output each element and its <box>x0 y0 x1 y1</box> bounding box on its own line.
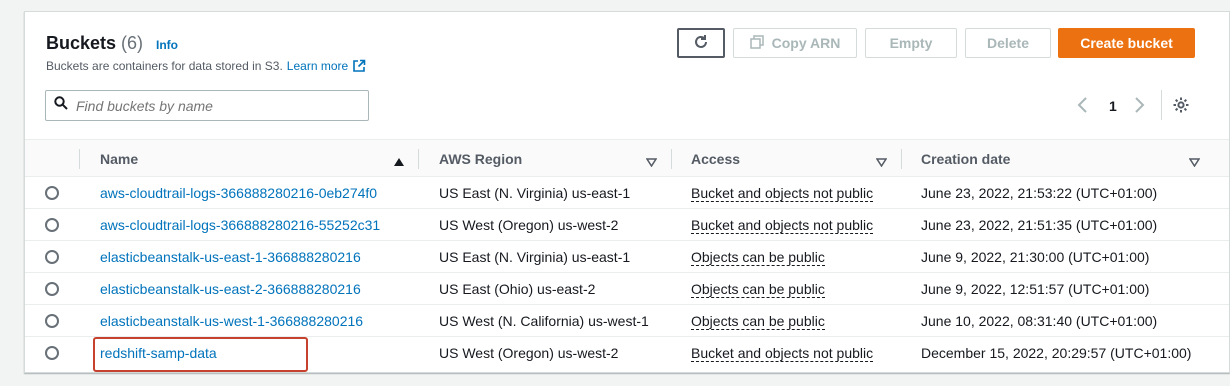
table-row[interactable]: elasticbeanstalk-us-west-1-366888280216 … <box>25 305 1229 337</box>
copy-arn-button[interactable]: Copy ARN <box>733 28 857 58</box>
bucket-creation-date: June 23, 2022, 21:51:35 (UTC+01:00) <box>921 217 1158 233</box>
access-label: Bucket and objects not public <box>691 216 874 234</box>
bucket-region: US West (Oregon) us-west-2 <box>439 217 619 233</box>
bucket-creation-date: June 9, 2022, 21:30:00 (UTC+01:00) <box>921 249 1150 265</box>
refresh-icon <box>692 33 710 54</box>
chevron-left-icon[interactable] <box>1077 96 1089 116</box>
row-radio[interactable] <box>45 346 59 360</box>
refresh-button[interactable] <box>677 28 725 58</box>
buckets-table: Name AWS Region Access Creation date aws… <box>25 139 1229 369</box>
access-label: Objects can be public <box>691 248 825 266</box>
sort-icon[interactable] <box>1188 154 1201 172</box>
table-header: Name AWS Region Access Creation date <box>25 139 1229 177</box>
info-link[interactable]: Info <box>156 38 178 52</box>
access-label: Bucket and objects not public <box>691 344 874 362</box>
row-radio[interactable] <box>45 282 59 296</box>
bucket-name-link[interactable]: aws-cloudtrail-logs-366888280216-0eb274f… <box>100 177 377 209</box>
access-label: Bucket and objects not public <box>691 184 874 202</box>
column-divider <box>671 149 672 169</box>
sort-ascending-icon[interactable] <box>393 154 405 172</box>
page-number[interactable]: 1 <box>1109 98 1117 114</box>
bucket-name-link[interactable]: elasticbeanstalk-us-west-1-366888280216 <box>100 305 363 337</box>
table-row[interactable]: aws-cloudtrail-logs-366888280216-55252c3… <box>25 209 1229 241</box>
bucket-creation-date: December 15, 2022, 20:29:57 (UTC+01:00) <box>921 345 1192 361</box>
bucket-region: US East (Ohio) us-east-2 <box>439 281 596 297</box>
table-row[interactable]: aws-cloudtrail-logs-366888280216-0eb274f… <box>25 177 1229 209</box>
bucket-count: (6) <box>121 33 144 53</box>
search-field[interactable] <box>45 90 369 121</box>
search-icon <box>54 96 68 115</box>
delete-button[interactable]: Delete <box>965 28 1051 58</box>
bucket-access: Objects can be public <box>691 241 825 273</box>
copy-icon <box>749 34 764 52</box>
copy-arn-label: Copy ARN <box>771 35 841 51</box>
access-label: Objects can be public <box>691 280 825 298</box>
table-row[interactable]: elasticbeanstalk-us-east-1-366888280216 … <box>25 241 1229 273</box>
column-divider <box>901 149 902 169</box>
bucket-name-link[interactable]: elasticbeanstalk-us-east-2-366888280216 <box>100 273 361 305</box>
bucket-region: US East (N. Virginia) us-east-1 <box>439 185 631 201</box>
bucket-access: Bucket and objects not public <box>691 209 874 241</box>
chevron-right-icon[interactable] <box>1133 96 1145 116</box>
bucket-access: Objects can be public <box>691 273 825 305</box>
title-text: Buckets <box>46 33 117 53</box>
sort-icon[interactable] <box>875 154 888 172</box>
external-link-icon <box>352 59 366 73</box>
bucket-creation-date: June 9, 2022, 12:51:57 (UTC+01:00) <box>921 281 1150 297</box>
search-input[interactable] <box>76 97 356 114</box>
access-label: Objects can be public <box>691 312 825 330</box>
description-text: Buckets are containers for data stored i… <box>46 59 283 73</box>
pager-divider <box>1161 90 1162 120</box>
sort-icon[interactable] <box>645 154 658 172</box>
empty-button[interactable]: Empty <box>865 28 957 58</box>
bucket-access: Objects can be public <box>691 305 825 337</box>
row-radio[interactable] <box>45 186 59 200</box>
bucket-name-link[interactable]: aws-cloudtrail-logs-366888280216-55252c3… <box>100 209 380 241</box>
row-radio[interactable] <box>45 250 59 264</box>
column-header-name[interactable]: Name <box>100 140 138 178</box>
description: Buckets are containers for data stored i… <box>46 59 366 73</box>
bucket-name-link[interactable]: elasticbeanstalk-us-east-1-366888280216 <box>100 241 361 273</box>
row-radio[interactable] <box>45 218 59 232</box>
bucket-region: US East (N. Virginia) us-east-1 <box>439 249 631 265</box>
bucket-region: US West (Oregon) us-west-2 <box>439 345 619 361</box>
bucket-creation-date: June 23, 2022, 21:53:22 (UTC+01:00) <box>921 185 1158 201</box>
pagination: 1 <box>1077 90 1197 120</box>
gear-icon[interactable] <box>1172 96 1190 117</box>
buckets-panel: Buckets (6) Info Buckets are containers … <box>24 11 1230 373</box>
bucket-access: Bucket and objects not public <box>691 177 874 209</box>
column-header-region[interactable]: AWS Region <box>439 140 522 178</box>
bucket-region: US West (N. California) us-west-1 <box>439 313 649 329</box>
highlight-box <box>93 337 308 372</box>
create-bucket-button[interactable]: Create bucket <box>1058 28 1195 58</box>
bucket-creation-date: June 10, 2022, 08:31:40 (UTC+01:00) <box>921 313 1158 329</box>
column-divider <box>79 149 80 169</box>
table-row[interactable]: elasticbeanstalk-us-east-2-366888280216 … <box>25 273 1229 305</box>
column-header-creation-date[interactable]: Creation date <box>921 140 1010 178</box>
page-title: Buckets (6) <box>46 33 143 54</box>
row-radio[interactable] <box>45 314 59 328</box>
column-divider <box>418 149 419 169</box>
bucket-access: Bucket and objects not public <box>691 337 874 369</box>
learn-more-link[interactable]: Learn more <box>287 59 348 73</box>
column-header-access[interactable]: Access <box>691 140 740 178</box>
